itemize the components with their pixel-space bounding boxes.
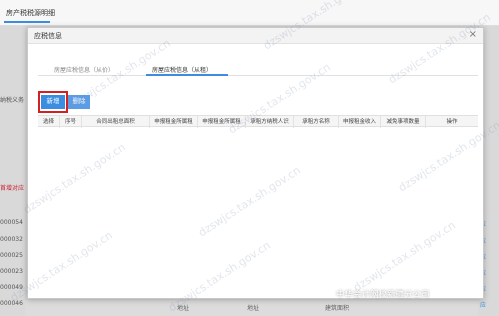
- close-icon[interactable]: ×: [469, 29, 477, 41]
- col-select: 选择: [38, 116, 60, 128]
- col-index: 序号: [60, 116, 82, 128]
- bg-left-label: 纳税义务: [0, 97, 25, 104]
- bg-left-row: 000025: [0, 252, 23, 259]
- bg-left-row: 000046: [0, 300, 23, 307]
- bg-tab-property-tax[interactable]: 房产税税源明细: [6, 8, 55, 18]
- bg-bottom-cell: 地址: [247, 305, 260, 312]
- bg-bottom-cell: 地址: [177, 305, 190, 312]
- col-rent-period-start: 申报租金所属租: [150, 116, 198, 128]
- bg-left-row: 000032: [0, 236, 23, 243]
- tab-ad-valorem[interactable]: 房屋应税信息（从价）: [54, 65, 114, 74]
- tab-rental[interactable]: 房屋应税信息（从租）: [152, 65, 212, 74]
- tax-info-dialog: 应税信息 × 房屋应税信息（从价） 房屋应税信息（从租） 新增 删除 选择 序号…: [27, 27, 484, 299]
- footer-watermark: 中华会计网校新疆分公司: [322, 288, 430, 304]
- footer-watermark-text: 中华会计网校新疆分公司: [336, 290, 430, 300]
- col-exemption-count: 减免事项数量: [381, 116, 426, 128]
- bg-tab-underline: [4, 21, 50, 23]
- background-topbar: 房产税税源明细: [0, 0, 499, 26]
- dialog-title: 应税信息: [34, 32, 62, 40]
- col-lessee-name: 承租方名称: [294, 116, 339, 128]
- bg-left-row: 000049: [0, 284, 23, 291]
- add-button[interactable]: 新增: [41, 95, 65, 109]
- bg-right-link[interactable]: 应: [480, 300, 486, 309]
- col-actions: 操作: [446, 119, 458, 125]
- chat-icon: [322, 289, 333, 298]
- col-rent-period-end: 申报租金所属租: [198, 116, 246, 128]
- bg-left-label-red: 首增对应: [0, 185, 25, 192]
- active-tab-indicator: [146, 74, 228, 76]
- bg-left-row: 000023: [0, 268, 23, 275]
- col-rent-income: 申报租金收入: [339, 116, 381, 128]
- rental-table-header: 选择 序号 合同出租总面积 申报租金所属租 申报租金所属租 承租方纳税人识 承租…: [38, 115, 478, 128]
- delete-button[interactable]: 删除: [68, 95, 90, 109]
- dialog-header: 应税信息 ×: [28, 28, 483, 44]
- bg-bottom-cell: 建筑面积: [325, 305, 350, 312]
- bg-left-row: 000054: [0, 219, 23, 226]
- col-lessee-taxid: 承租方纳税人识: [246, 116, 294, 128]
- tab-bar: 房屋应税信息（从价） 房屋应税信息（从租）: [38, 62, 478, 76]
- col-contract-area: 合同出租总面积: [82, 116, 150, 128]
